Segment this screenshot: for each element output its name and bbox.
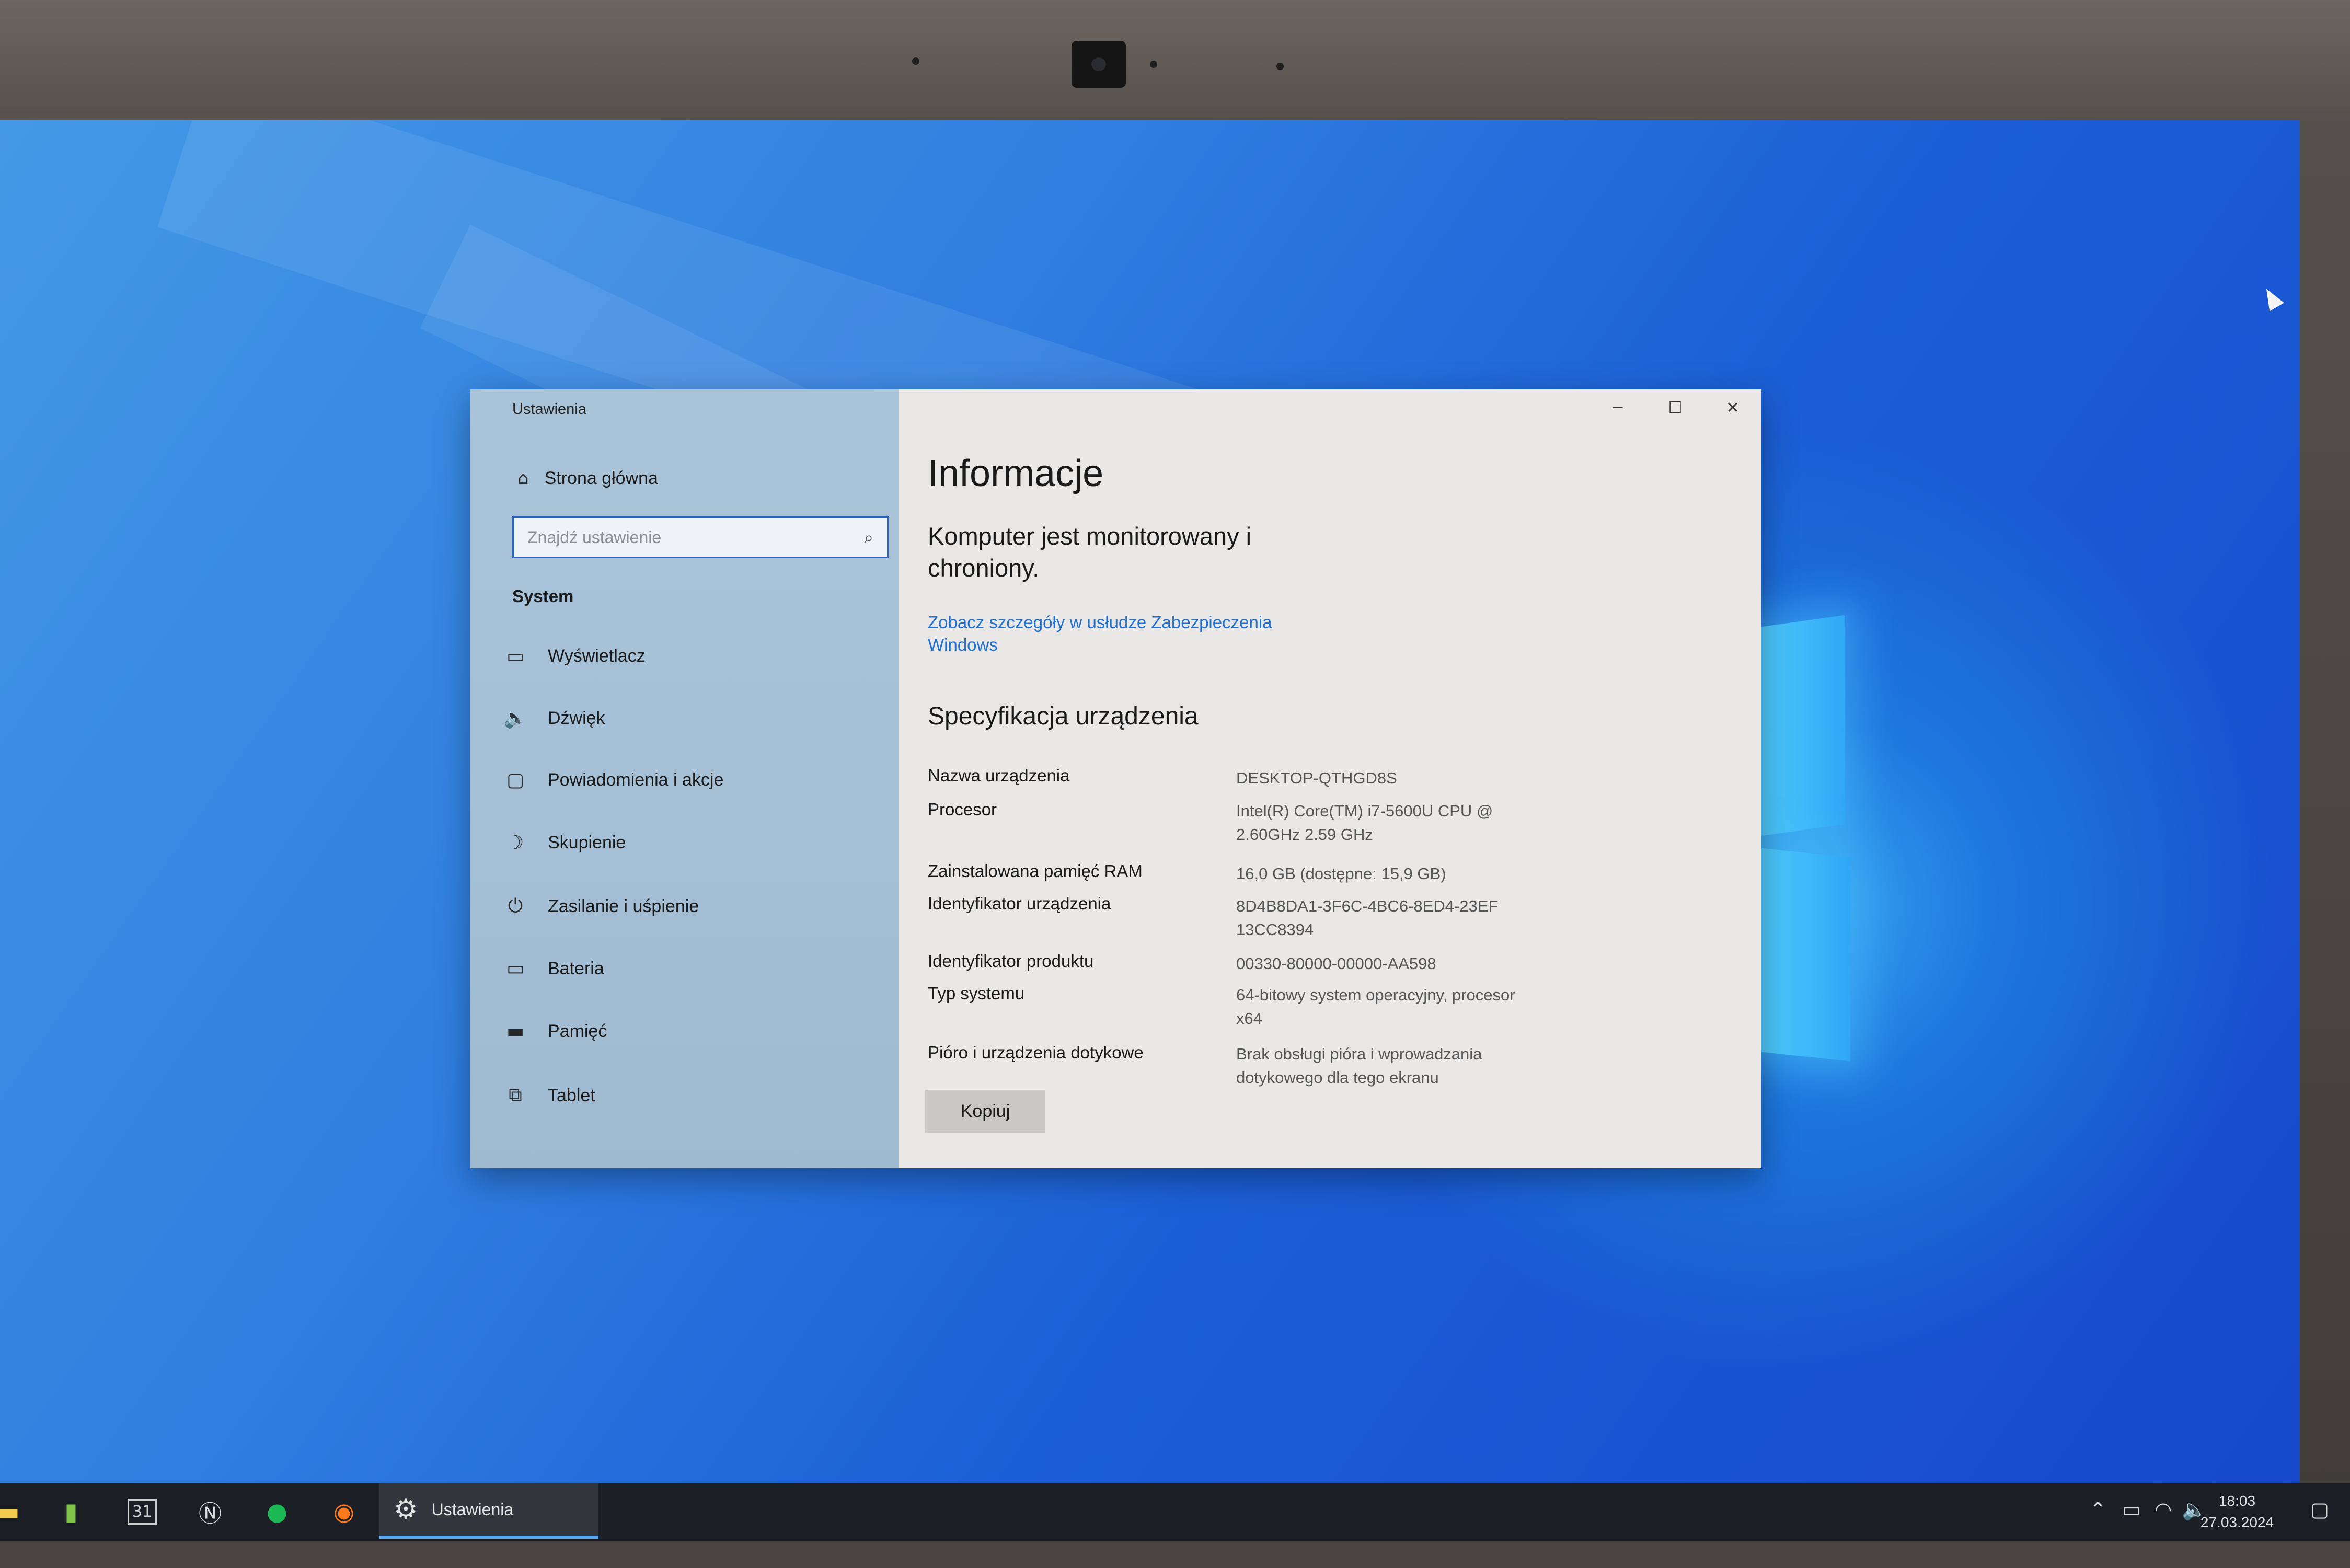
security-details-link[interactable]: Zobacz szczegóły w usłudze Zabezpieczeni… xyxy=(928,612,1325,656)
sidebar-item-tablet[interactable]: ⧉ Tablet xyxy=(502,1085,595,1106)
maximize-icon[interactable]: ☐ xyxy=(1646,389,1704,426)
home-link[interactable]: ⌂ Strona główna xyxy=(517,468,658,489)
sidebar-item-label: Wyświetlacz xyxy=(548,646,646,666)
specs-heading: Specyfikacja urządzenia xyxy=(928,702,1199,730)
sidebar-item-storage[interactable]: ▬ Pamięć xyxy=(502,1021,607,1042)
sidebar-item-label: Pamięć xyxy=(548,1021,607,1041)
file-explorer-icon[interactable]: ▬ xyxy=(0,1493,27,1530)
app-icon[interactable]: ▮ xyxy=(52,1493,90,1530)
search-input[interactable] xyxy=(527,527,865,547)
battery-icon: ▭ xyxy=(506,958,524,979)
taskbar-settings-button[interactable]: ⚙ Ustawienia xyxy=(379,1483,598,1539)
spec-value: Brak obsługi pióra i wprowadzania dotyko… xyxy=(1236,1045,1482,1087)
chevron-up-icon[interactable]: ⌃ xyxy=(2090,1498,2106,1521)
sidebar-item-label: Bateria xyxy=(548,959,604,978)
close-icon[interactable]: ✕ xyxy=(1704,389,1761,426)
sidebar-item-label: Tablet xyxy=(548,1085,595,1105)
battery-icon[interactable]: ▭ xyxy=(2122,1498,2141,1521)
taskbar-app-label: Ustawienia xyxy=(431,1500,514,1519)
spec-value: Intel(R) Core(TM) i7-5600U CPU @ 2.60GHz… xyxy=(1236,802,1493,844)
sidebar-item-focus[interactable]: ☽ Skupienie xyxy=(502,832,626,854)
mouse-cursor xyxy=(2259,284,2284,312)
sidebar-item-label: Zasilanie i uśpienie xyxy=(548,896,699,916)
search-icon[interactable]: ⌕ xyxy=(864,527,873,548)
spotify-icon[interactable]: ● xyxy=(258,1493,296,1530)
laptop-bezel-bottom xyxy=(0,1541,2350,1568)
spec-label: Procesor xyxy=(928,800,997,819)
minimize-icon[interactable]: ─ xyxy=(1589,389,1646,426)
home-label: Strona główna xyxy=(544,468,658,488)
tablet-icon: ⧉ xyxy=(509,1085,522,1106)
clock-date: 27.03.2024 xyxy=(2200,1514,2274,1530)
spec-value: 16,0 GB (dostępne: 15,9 GB) xyxy=(1236,864,1446,883)
calendar-icon[interactable]: 31 xyxy=(123,1493,161,1530)
spec-value: DESKTOP-QTHGD8S xyxy=(1236,769,1397,787)
power-icon: ⏻ xyxy=(508,895,523,917)
section-title: System xyxy=(512,586,574,606)
notion-icon[interactable]: Ⓝ xyxy=(191,1493,229,1530)
clock-time: 18:03 xyxy=(2218,1493,2256,1509)
spec-label: Pióro i urządzenia dotykowe xyxy=(928,1043,1144,1062)
spec-value: 00330-80000-00000-AA598 xyxy=(1236,954,1436,973)
window-title: Ustawienia xyxy=(512,401,586,418)
speaker-icon: 🔈 xyxy=(503,708,527,729)
sidebar-item-sound[interactable]: 🔈 Dźwięk xyxy=(502,707,605,729)
sidebar-item-power[interactable]: ⏻ Zasilanie i uśpienie xyxy=(502,895,699,917)
copy-button[interactable]: Kopiuj xyxy=(925,1090,1045,1133)
calendar-day: 31 xyxy=(127,1498,157,1525)
sensor-dot xyxy=(1150,61,1157,68)
home-icon: ⌂ xyxy=(517,468,529,489)
spec-value: 8D4B8DA1-3F6C-4BC6-8ED4-23EF 13CC8394 xyxy=(1236,897,1499,939)
sensor-dot xyxy=(1276,63,1284,70)
clock[interactable]: 18:03 27.03.2024 xyxy=(2185,1491,2289,1533)
gear-icon: ⚙ xyxy=(394,1494,418,1525)
webcam xyxy=(1072,41,1126,88)
sidebar-item-notifications[interactable]: ▢ Powiadomienia i akcje xyxy=(502,769,723,791)
spec-label: Zainstalowana pamięć RAM xyxy=(928,861,1143,881)
action-center-icon[interactable]: ▢ xyxy=(2310,1498,2329,1521)
sensor-dot xyxy=(912,57,919,65)
sidebar-item-label: Powiadomienia i akcje xyxy=(548,770,724,790)
sidebar-item-label: Skupienie xyxy=(548,833,626,852)
page-title: Informacje xyxy=(928,453,1104,494)
protection-status: Komputer jest monitorowany i chroniony. xyxy=(928,522,1252,582)
search-box[interactable]: ⌕ xyxy=(512,516,889,558)
spec-label: Identyfikator urządzenia xyxy=(928,894,1111,913)
sidebar-item-display[interactable]: ▭ Wyświetlacz xyxy=(502,645,646,667)
spec-label: Nazwa urządzenia xyxy=(928,766,1070,785)
desktop: Ustawienia ⌂ Strona główna ⌕ System ▭ Wy… xyxy=(0,120,2300,1490)
window-controls: ─ ☐ ✕ xyxy=(1589,389,1761,426)
wifi-icon[interactable]: ◠ xyxy=(2155,1498,2172,1521)
windows-logo xyxy=(1746,615,1861,1071)
settings-window: Ustawienia ⌂ Strona główna ⌕ System ▭ Wy… xyxy=(470,389,1761,1168)
storage-icon: ▬ xyxy=(506,1021,524,1042)
settings-sidebar: Ustawienia ⌂ Strona główna ⌕ System ▭ Wy… xyxy=(470,389,899,1168)
taskbar: ▬ ▮ 31 Ⓝ ● ◉ ⚙ Ustawienia ⌃ ▭ ◠ 🔈 18:03 … xyxy=(0,1483,2350,1541)
spec-label: Identyfikator produktu xyxy=(928,951,1094,971)
notification-icon: ▢ xyxy=(506,769,524,791)
settings-main: ─ ☐ ✕ Informacje Komputer jest monitorow… xyxy=(899,389,1761,1168)
spec-value: 64-bitowy system operacyjny, procesor x6… xyxy=(1236,986,1515,1028)
firefox-icon[interactable]: ◉ xyxy=(325,1493,363,1530)
sidebar-item-battery[interactable]: ▭ Bateria xyxy=(502,958,604,979)
moon-icon: ☽ xyxy=(506,832,524,854)
sidebar-item-label: Dźwięk xyxy=(548,708,605,728)
spec-label: Typ systemu xyxy=(928,984,1025,1003)
monitor-icon: ▭ xyxy=(506,645,524,667)
